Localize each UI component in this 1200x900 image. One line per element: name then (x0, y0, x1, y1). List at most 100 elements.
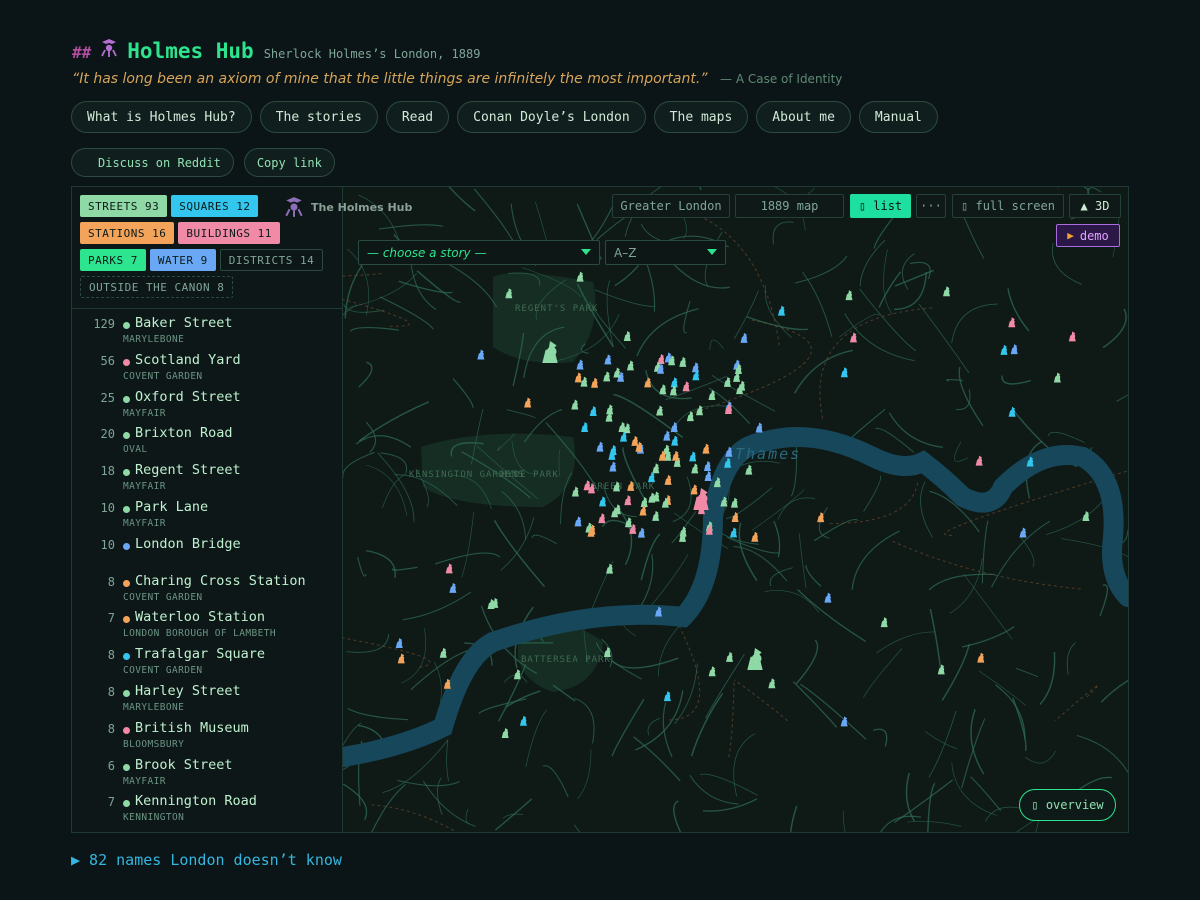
place-marker[interactable] (652, 510, 660, 521)
place-marker[interactable] (670, 377, 678, 388)
place-marker[interactable] (840, 367, 848, 378)
place-marker[interactable] (943, 286, 951, 297)
list-toggle-button[interactable]: ▯ list (850, 194, 911, 218)
place-marker[interactable] (679, 356, 687, 367)
place-row[interactable]: 20 Brixton Road OVAL (72, 425, 342, 462)
place-row[interactable]: 8 Trafalgar Square COVENT GARDEN (72, 646, 342, 683)
place-marker[interactable] (571, 486, 579, 497)
filter-districts[interactable]: DISTRICTS 14 (219, 249, 324, 271)
place-marker[interactable] (652, 463, 660, 474)
place-marker[interactable] (880, 617, 888, 628)
place-marker[interactable] (690, 484, 698, 495)
place-marker[interactable] (730, 527, 738, 538)
place-row[interactable]: 6Bond Street (72, 830, 342, 832)
place-marker[interactable] (1019, 527, 1027, 538)
place-row[interactable]: 7 Waterloo Station LONDON BOROUGH OF LAMBE… (72, 609, 342, 646)
place-marker[interactable] (664, 474, 672, 485)
place-row[interactable]: 18 Regent Street MAYFAIR (72, 462, 342, 499)
overview-button[interactable]: ▯ overview (1019, 789, 1116, 821)
more-button[interactable]: ··· (916, 194, 946, 218)
place-marker[interactable] (691, 463, 699, 474)
place-marker[interactable] (574, 372, 582, 383)
copy-link-button[interactable]: Copy link (243, 148, 335, 177)
place-row[interactable]: 8 Charing Cross Station COVENT GARDEN (72, 573, 342, 610)
place-row[interactable]: 56 Scotland Yard COVENT GARDEN (72, 352, 342, 389)
place-marker[interactable] (817, 512, 825, 523)
place-marker[interactable] (618, 421, 626, 432)
filter-buildings[interactable]: BUILDINGS 11 (178, 222, 280, 244)
fullscreen-button[interactable]: ▯ full screen (952, 194, 1064, 218)
place-marker[interactable] (656, 405, 664, 416)
filter-water[interactable]: WATER 9 (149, 249, 216, 271)
place-row[interactable]: 25 Oxford Street MAYFAIR (72, 389, 342, 426)
layer-button[interactable]: 1889 map (735, 194, 844, 218)
place-marker[interactable] (576, 271, 584, 282)
place-marker[interactable] (648, 492, 656, 503)
place-marker[interactable] (691, 362, 699, 373)
nav-what-is[interactable]: What is Holmes Hub? (71, 101, 252, 133)
place-marker[interactable] (704, 471, 712, 482)
nav-read[interactable]: Read (385, 101, 450, 133)
place-marker[interactable] (583, 480, 591, 491)
region-button[interactable]: Greater London (612, 194, 730, 218)
place-marker[interactable] (845, 290, 853, 301)
place-row[interactable]: 6 Brook Street MAYFAIR (72, 757, 342, 794)
place-marker[interactable] (740, 332, 748, 343)
place-marker[interactable] (1068, 331, 1076, 342)
place-row[interactable]: 8 Harley Street MARYLEBONE (72, 683, 342, 720)
place-marker[interactable] (581, 422, 589, 433)
place-marker[interactable] (730, 497, 738, 508)
place-marker[interactable] (631, 435, 639, 446)
place-marker[interactable] (596, 441, 604, 452)
3d-button[interactable]: ▲ 3D (1069, 194, 1121, 218)
place-marker[interactable] (449, 582, 457, 593)
place-marker[interactable] (1010, 344, 1018, 355)
demo-button[interactable]: ▶ demo (1056, 224, 1120, 247)
place-marker[interactable] (747, 648, 763, 670)
place-marker[interactable] (723, 376, 731, 387)
filter-squares[interactable]: SQUARES 12 (171, 195, 259, 217)
unknown-names-link[interactable]: ▶ 82 names London doesn’t know (71, 851, 342, 869)
place-marker[interactable] (682, 381, 690, 392)
place-marker[interactable] (702, 443, 710, 454)
place-marker[interactable] (395, 637, 403, 648)
place-marker[interactable] (571, 399, 579, 410)
place-marker[interactable] (439, 647, 447, 658)
place-marker[interactable] (703, 460, 711, 471)
place-marker[interactable] (751, 531, 759, 542)
place-marker[interactable] (599, 496, 607, 507)
place-marker[interactable] (606, 563, 614, 574)
place-marker[interactable] (626, 360, 634, 371)
place-marker[interactable] (671, 435, 679, 446)
place-marker[interactable] (524, 397, 532, 408)
london-map[interactable]: Thames REGENT'S PARK KENSINGTON GARDENS HYD… (343, 187, 1128, 832)
place-marker[interactable] (445, 563, 453, 574)
place-marker[interactable] (708, 666, 716, 677)
place-marker[interactable] (623, 330, 631, 341)
place-marker[interactable] (574, 516, 582, 527)
place-marker[interactable] (937, 664, 945, 675)
place-marker[interactable] (1008, 317, 1016, 328)
place-marker[interactable] (777, 305, 785, 316)
nav-maps[interactable]: The maps (653, 101, 749, 133)
filter-outside-canon[interactable]: OUTSIDE THE CANON 8 (80, 276, 234, 298)
place-marker[interactable] (672, 450, 680, 461)
place-marker[interactable] (513, 669, 521, 680)
place-marker[interactable] (689, 451, 697, 462)
place-marker[interactable] (613, 367, 621, 378)
place-marker[interactable] (647, 472, 655, 483)
place-marker[interactable] (975, 455, 983, 466)
place-marker[interactable] (745, 464, 753, 475)
place-marker[interactable] (663, 430, 671, 441)
place-marker[interactable] (609, 461, 617, 472)
place-marker[interactable] (640, 497, 648, 508)
place-row[interactable]: 129 Baker Street MARYLEBONE (72, 315, 342, 352)
place-marker[interactable] (591, 377, 599, 388)
filter-stations[interactable]: STATIONS 16 (80, 222, 175, 244)
story-select[interactable]: — choose a story — (358, 240, 600, 265)
place-marker[interactable] (663, 691, 671, 702)
place-row[interactable]: 10 London Bridge (72, 536, 342, 573)
place-marker[interactable] (501, 728, 509, 739)
place-marker[interactable] (1082, 511, 1090, 522)
place-marker[interactable] (1008, 406, 1016, 417)
